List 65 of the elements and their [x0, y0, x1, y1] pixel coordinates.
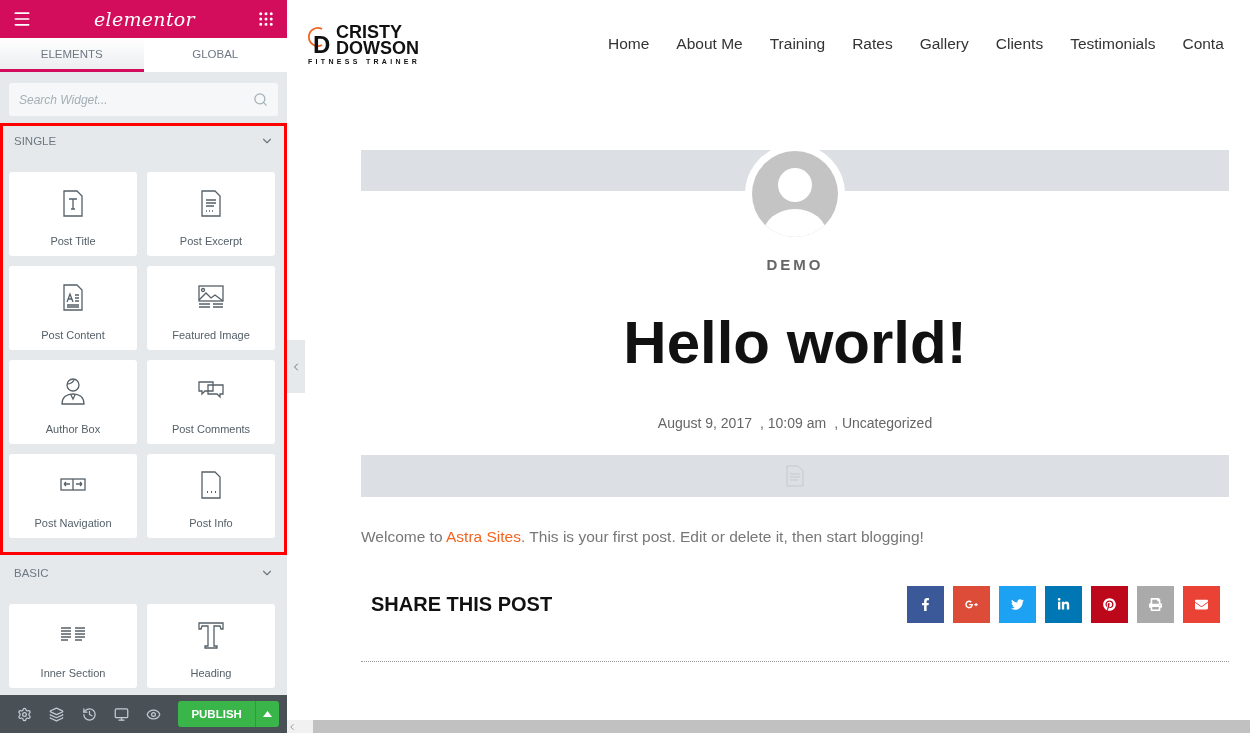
caret-button[interactable]	[255, 701, 279, 727]
widget-card[interactable]: Post Content	[9, 266, 137, 350]
search-icon[interactable]	[253, 92, 268, 107]
post-meta: , 10:09 am	[760, 415, 827, 431]
caret-up-icon	[263, 711, 273, 717]
envelope-icon	[1195, 598, 1208, 611]
widget-label: Inner Section	[40, 667, 106, 679]
widget-label: Post Comments	[171, 423, 251, 435]
widget-label: Post Title	[50, 235, 96, 247]
widget-label: Heading	[190, 667, 232, 679]
google-plus-icon	[965, 598, 978, 611]
pinterest-icon	[1103, 598, 1116, 611]
collapse-handle[interactable]	[287, 340, 305, 393]
linkedin-button[interactable]	[1045, 586, 1082, 623]
pinterest-button[interactable]	[1091, 586, 1128, 623]
printer-icon	[1149, 598, 1162, 611]
logo-mark: D	[308, 25, 332, 56]
widget-card[interactable]: Author Box	[9, 360, 137, 444]
nav-link[interactable]: Gallery	[919, 35, 969, 53]
widget-label: Post Excerpt	[179, 235, 243, 247]
author-name: DEMO	[766, 256, 824, 273]
widget-card[interactable]: Heading	[147, 604, 275, 688]
printer-button[interactable]	[1137, 586, 1174, 623]
nav-link[interactable]: Rates	[852, 35, 893, 53]
menu-icon[interactable]	[12, 9, 32, 29]
twitter-button[interactable]	[999, 586, 1036, 623]
section-title: BASIC	[14, 567, 49, 579]
post-meta: August 9, 2017	[657, 415, 752, 431]
section-title: SINGLE	[14, 135, 57, 147]
nav-link[interactable]: Conta	[1182, 35, 1224, 53]
widget-card[interactable]: Post Comments	[147, 360, 275, 444]
widget-card[interactable]: Post Excerpt	[147, 172, 275, 256]
twitter-icon	[1011, 598, 1024, 611]
panel-tab[interactable]: ELEMENTS	[0, 38, 144, 72]
logo-text: DOWSON	[336, 39, 419, 56]
brand-logo: elementor	[94, 8, 195, 30]
nav-link[interactable]: Testimonials	[1070, 35, 1156, 53]
post-title: Hello world!	[623, 313, 967, 373]
facebook-button[interactable]	[907, 586, 944, 623]
grid-icon[interactable]	[257, 10, 275, 28]
widget-card[interactable]: Post Title	[9, 172, 137, 256]
share-title: SHARE THIS POST	[371, 593, 553, 616]
logo-text: CRISTY	[336, 23, 402, 40]
nav-link[interactable]: Clients	[995, 35, 1044, 53]
nav-link[interactable]: About Me	[676, 35, 743, 53]
linkedin-icon	[1057, 598, 1070, 611]
widget-label: Featured Image	[172, 329, 250, 341]
panel-tab[interactable]: GLOBAL	[143, 38, 287, 72]
nav-link[interactable]: Home	[608, 35, 650, 53]
envelope-button[interactable]	[1183, 586, 1220, 623]
widget-label: Post Info	[189, 517, 233, 529]
widget-card[interactable]: Featured Image	[147, 266, 275, 350]
facebook-icon	[919, 598, 932, 611]
post-body: Welcome to Astra Sites. This is your first post. Edit or delete it, then start blogging!	[361, 528, 925, 546]
widget-label: Post Navigation	[34, 517, 112, 529]
scrollbar[interactable]	[287, 720, 1250, 733]
search-field[interactable]: Search Widget...	[9, 83, 278, 116]
google-plus-button[interactable]	[953, 586, 990, 623]
post-meta: , Uncategorized	[834, 415, 933, 431]
widget-label: Author Box	[45, 423, 101, 435]
nav-link[interactable]: Training	[769, 35, 826, 53]
widget-label: Post Content	[41, 329, 105, 341]
widget-card[interactable]: Post Info	[147, 454, 275, 538]
widget-card[interactable]: Post Navigation	[9, 454, 137, 538]
widget-card[interactable]: Inner Section	[9, 604, 137, 688]
